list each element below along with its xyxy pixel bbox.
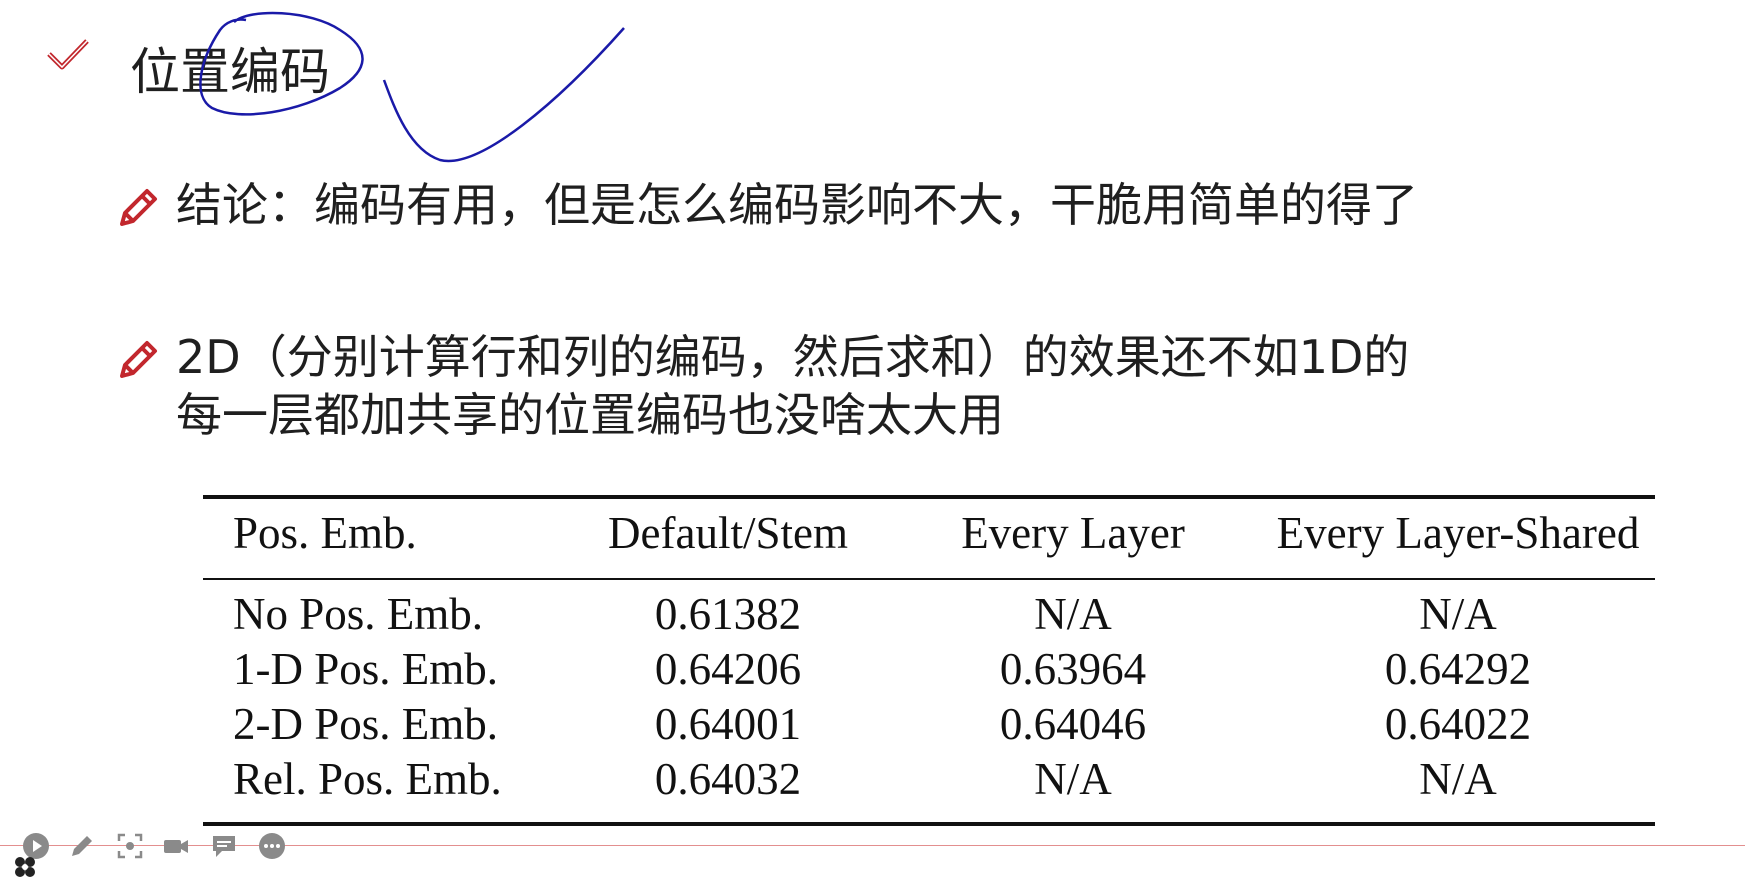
table-cell: Rel. Pos. Emb. — [233, 754, 502, 804]
table-cell: N/A — [1034, 754, 1112, 804]
bullet-2d-line1: 2D（分别计算行和列的编码，然后求和）的效果还不如1D的 — [176, 330, 1410, 384]
table-bottom-rule — [203, 822, 1655, 826]
pen-annotation — [199, 11, 625, 163]
table-cell: 0.64022 — [1384, 699, 1532, 749]
table-cell: 0.64046 — [999, 699, 1147, 749]
table-header-cell: Every Layer — [961, 508, 1185, 558]
table-cell: 1-D Pos. Emb. — [233, 644, 499, 694]
table-cell: 0.63964 — [999, 644, 1147, 694]
logo-icon — [15, 857, 35, 877]
pencil-icon — [120, 341, 157, 378]
table-cell: N/A — [1419, 754, 1497, 804]
bullet-conclusion: 结论：编码有用，但是怎么编码影响不大，干脆用简单的得了 — [176, 178, 1418, 232]
camera-icon[interactable] — [162, 832, 190, 860]
bullet-2d-line2: 每一层都加共享的位置编码也没啥太大用 — [176, 388, 1004, 442]
table-header-cell: Every Layer-Shared — [1276, 508, 1640, 558]
table-cell: 0.64032 — [654, 754, 802, 804]
table-header-cell: Pos. Emb. — [233, 508, 417, 558]
table-cell: 0.64001 — [654, 699, 802, 749]
screenshot-icon[interactable] — [116, 832, 144, 860]
table-cell: N/A — [1419, 589, 1497, 639]
table-cell: No Pos. Emb. — [233, 589, 484, 639]
table-top-rule — [203, 495, 1655, 499]
table-cell: 2-D Pos. Emb. — [233, 699, 499, 749]
table-cell: 0.61382 — [654, 589, 802, 639]
table-header-rule — [203, 578, 1655, 580]
table-cell: 0.64292 — [1384, 644, 1532, 694]
pen-icon[interactable] — [68, 832, 96, 860]
table-header-cell: Default/Stem — [608, 508, 848, 558]
pencil-icon — [120, 189, 157, 226]
chat-icon[interactable] — [210, 832, 238, 860]
more-icon[interactable] — [258, 832, 286, 860]
presentation-toolbar — [0, 828, 1745, 885]
table-cell: N/A — [1034, 589, 1112, 639]
table-cell: 0.64206 — [654, 644, 802, 694]
